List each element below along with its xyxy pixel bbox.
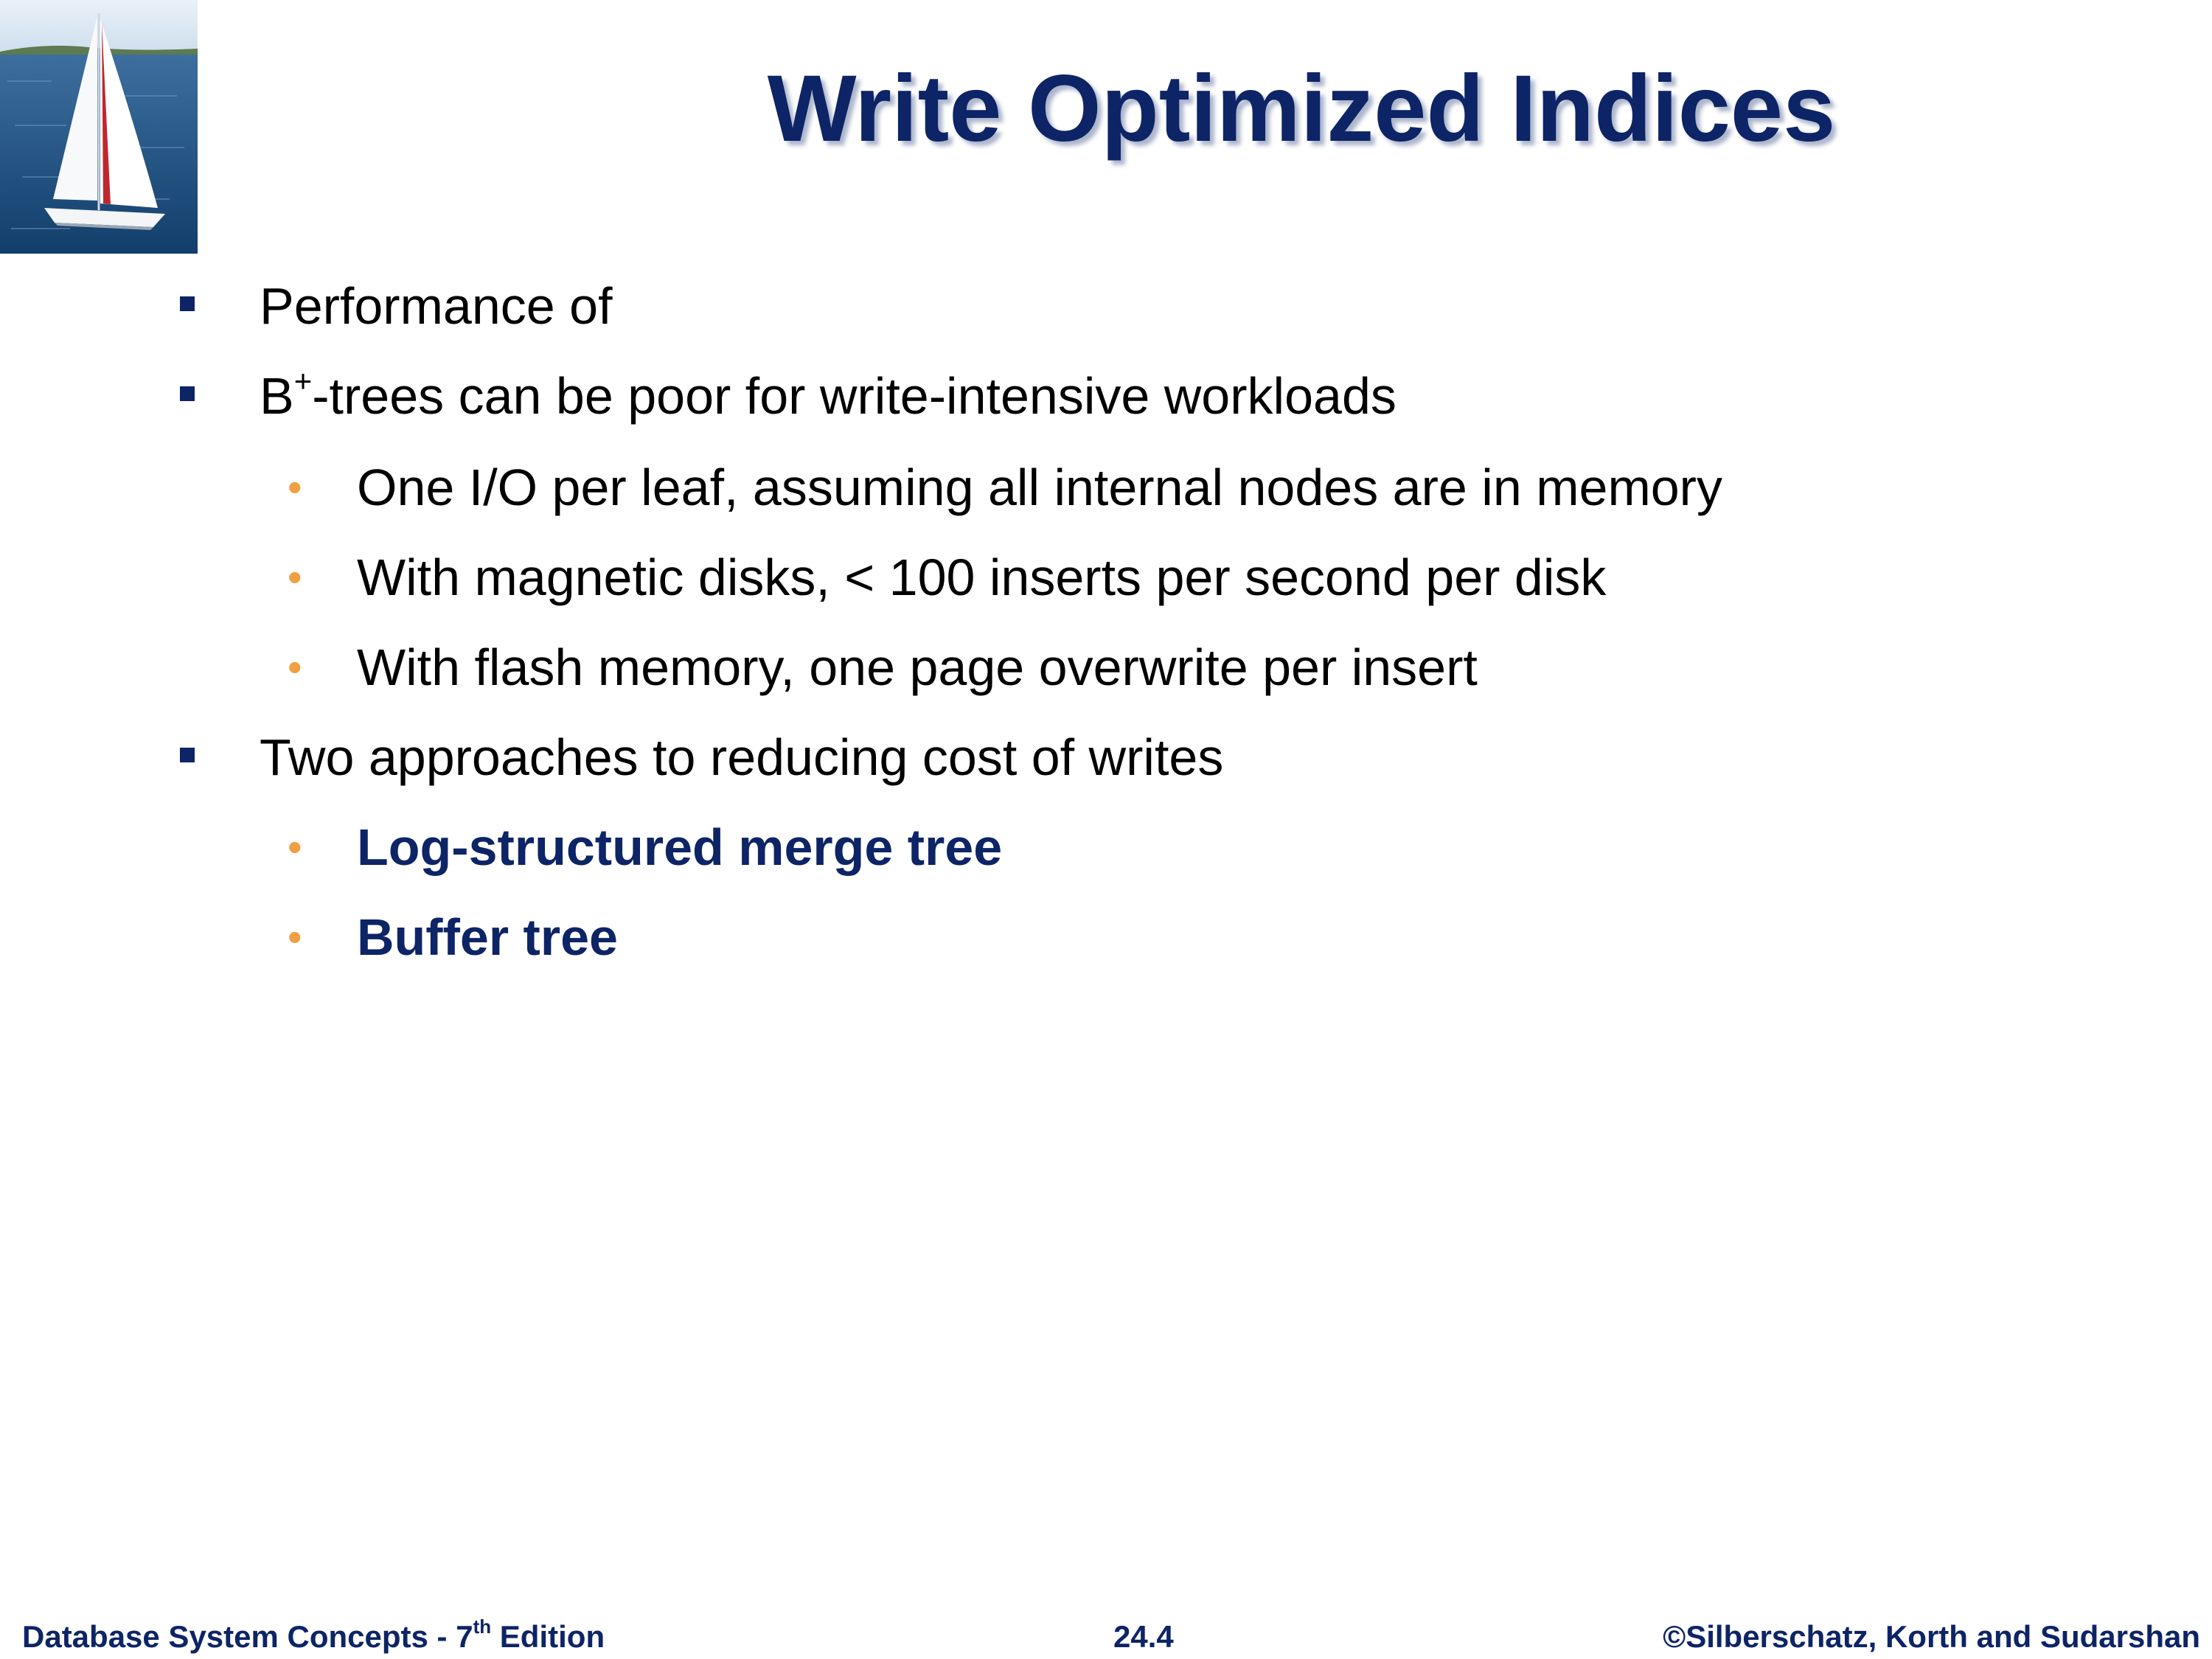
dot-bullet-icon: • [288, 824, 302, 870]
superscript: + [293, 363, 313, 398]
square-bullet-icon [180, 296, 195, 311]
sub-bullet-item: • Buffer tree [288, 904, 618, 970]
bullet-text: Performance of [260, 277, 613, 335]
bullet-text-emphasis: Log-structured merge tree [357, 818, 1003, 876]
footer-copyright: ©Silberschatz, Korth and Sudarshan [1663, 1619, 2200, 1654]
bullet-text: One I/O per leaf, assuming all internal … [357, 459, 1722, 516]
bullet-text: B+-trees can be poor for write-intensive… [260, 363, 1397, 425]
superscript: th [473, 1615, 492, 1638]
footer-page-number: 24.4 [1113, 1619, 1174, 1654]
footer-book-title: Database System Concepts - 7th Edition [22, 1615, 605, 1654]
dot-bullet-icon: • [288, 464, 302, 510]
bullet-text-emphasis: Buffer tree [357, 908, 618, 966]
bullet-item: Performance of [180, 273, 613, 339]
sub-bullet-item: • With magnetic disks, < 100 inserts per… [288, 544, 1607, 611]
bullet-text: With flash memory, one page overwrite pe… [357, 639, 1478, 696]
slide-title: Write Optimized Indices [767, 56, 1836, 161]
bullet-item: Two approaches to reducing cost of write… [180, 724, 1224, 790]
bullet-item: B+-trees can be poor for write-intensive… [180, 363, 1397, 429]
dot-bullet-icon: • [288, 644, 302, 690]
sub-bullet-item: • With flash memory, one page overwrite … [288, 634, 1478, 700]
dot-bullet-icon: • [288, 554, 302, 600]
sub-bullet-item: • Log-structured merge tree [288, 814, 1003, 880]
square-bullet-icon [180, 386, 195, 401]
dot-bullet-icon: • [288, 914, 302, 960]
sub-bullet-item: • One I/O per leaf, assuming all interna… [288, 454, 1722, 521]
square-bullet-icon [180, 748, 195, 762]
bullet-text: With magnetic disks, < 100 inserts per s… [357, 549, 1607, 606]
bullet-text: Two approaches to reducing cost of write… [260, 728, 1224, 786]
